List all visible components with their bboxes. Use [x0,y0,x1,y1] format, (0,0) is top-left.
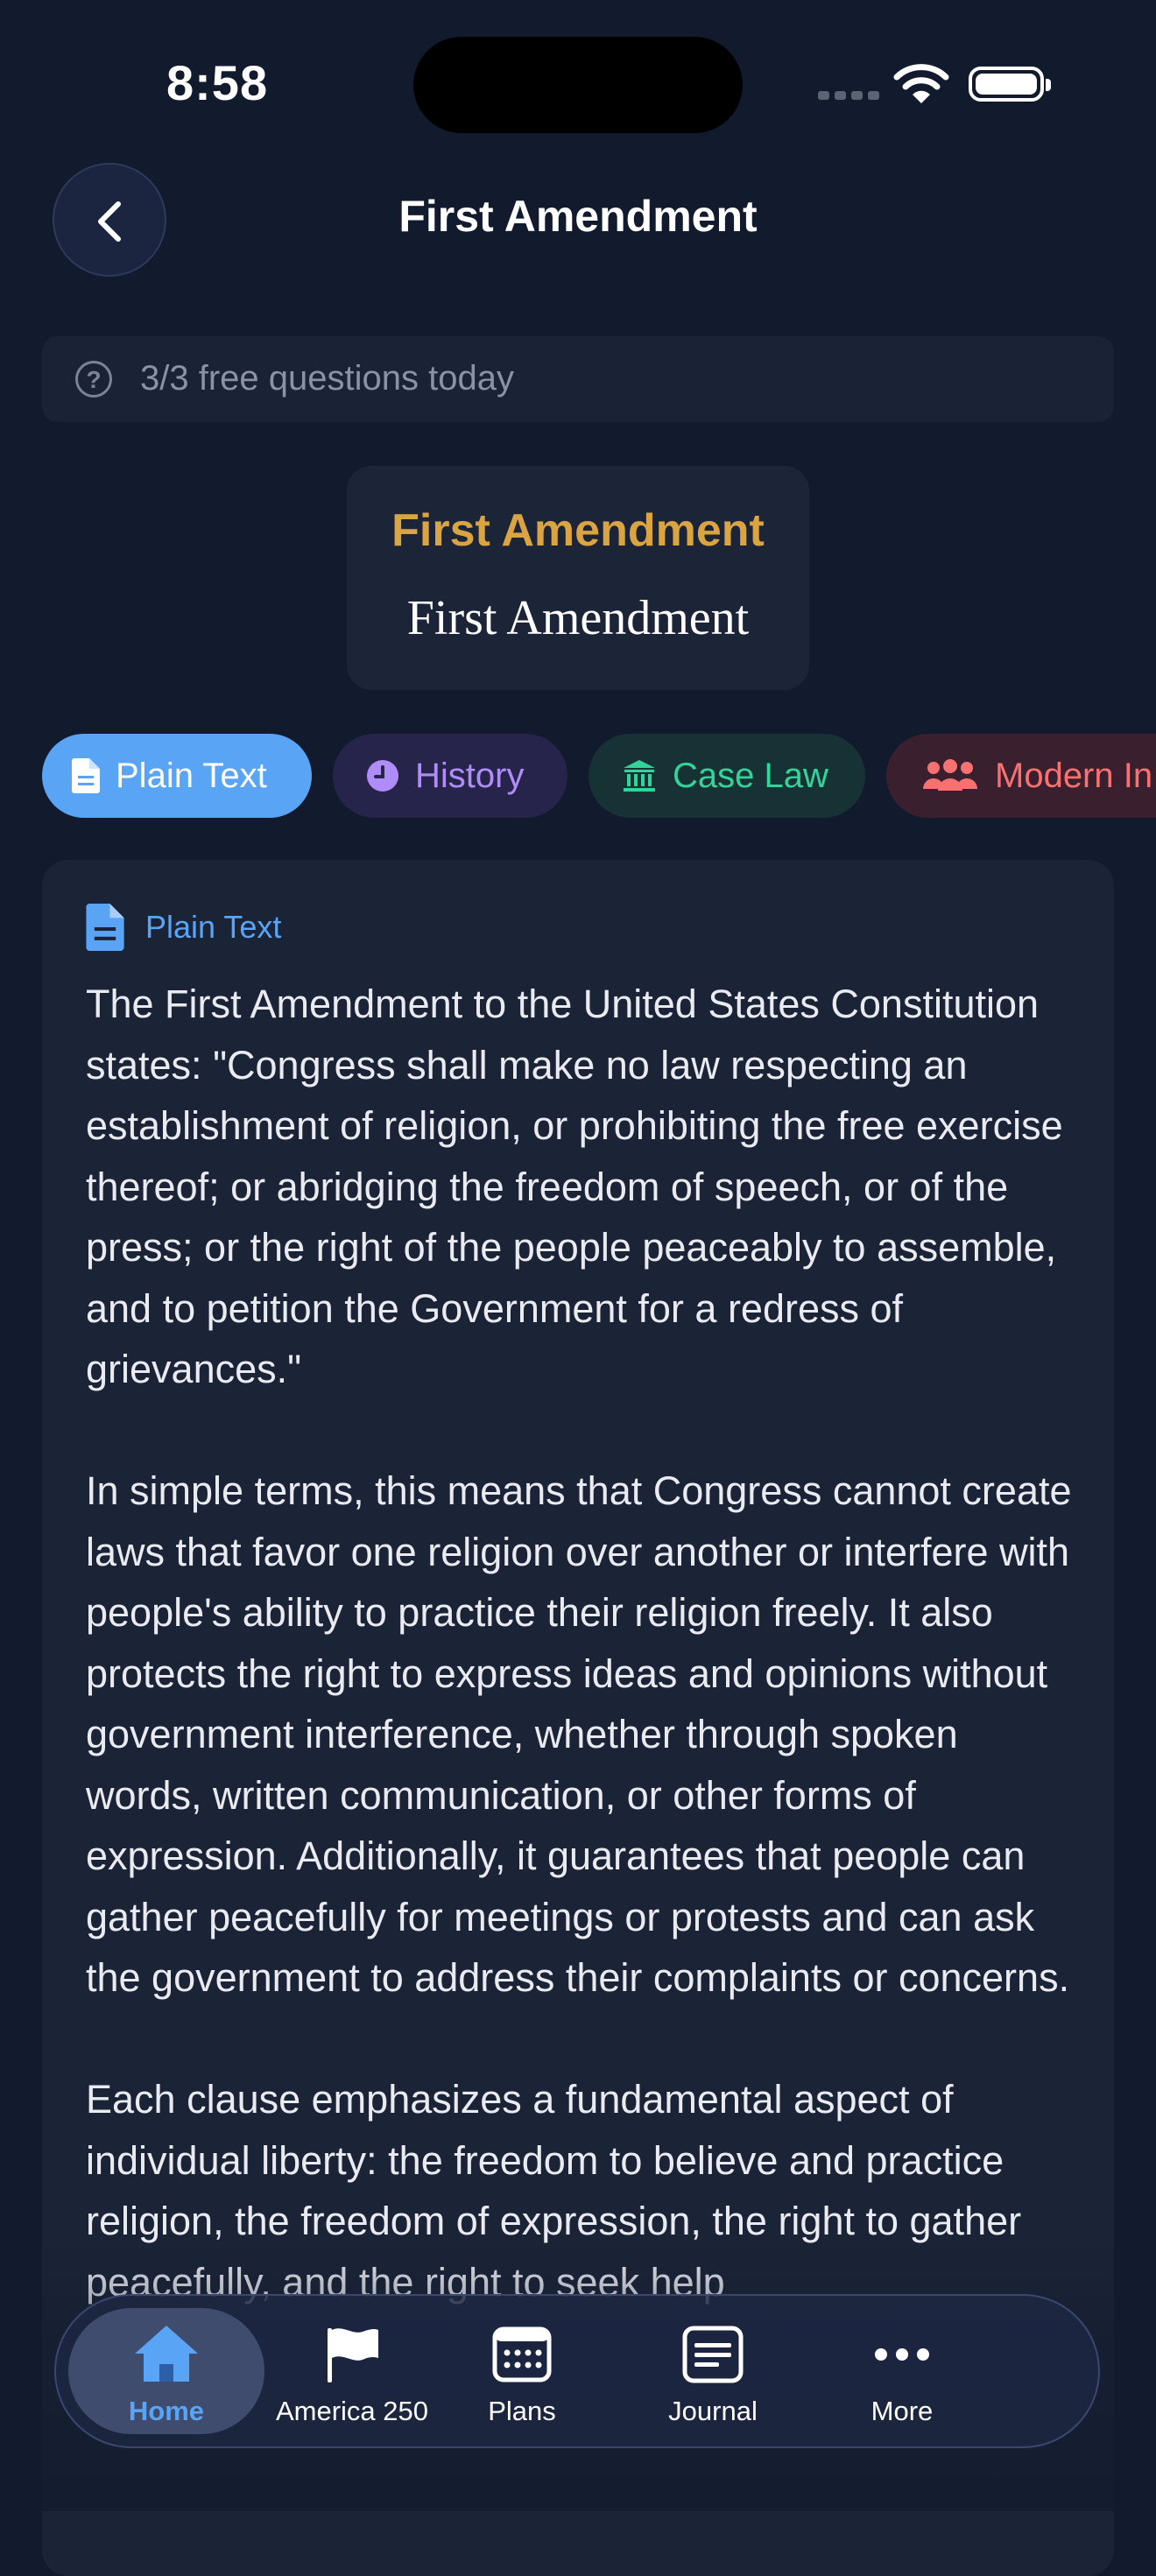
dynamic-island [413,37,743,133]
status-time: 8:58 [166,55,269,110]
paragraph: In simple terms, this means that Congres… [86,1468,1072,2000]
section-header: Plain Text [86,904,281,951]
nav-label: More [871,2396,934,2426]
tab-label: Plain Text [116,756,267,795]
tab-case-law[interactable]: Case Law [589,734,865,818]
wifi-icon [893,61,949,107]
amendment-title-card: First Amendment First Amendment [347,466,809,690]
home-icon [135,2326,198,2382]
free-questions-banner: ? 3/3 free questions today [42,336,1114,422]
nav-home[interactable]: Home [70,2296,263,2446]
nav-label: Plans [488,2396,556,2426]
cellular-signal-icon [818,88,879,102]
question-circle-icon: ? [75,361,112,398]
nav-america-250[interactable]: America 250 [256,2296,448,2446]
free-questions-text: 3/3 free questions today [140,359,514,398]
bank-icon [624,760,655,792]
battery-icon [969,67,1051,102]
nav-plans[interactable]: Plans [426,2296,618,2446]
nav-label: America 250 [275,2396,429,2426]
calendar-icon [492,2326,552,2382]
document-icon [86,904,124,951]
nav-label: Journal [668,2396,758,2426]
paragraph: The First Amendment to the United States… [86,982,1063,1391]
journal-icon [682,2326,744,2383]
tab-history[interactable]: History [333,734,567,818]
nav-label: Home [128,2396,205,2426]
clock-icon [367,760,398,792]
amendment-explanation: The First Amendment to the United States… [86,974,1084,2374]
nav-journal[interactable]: Journal [617,2296,809,2446]
page-title: First Amendment [398,192,758,241]
amendment-subtitle: First Amendment [406,591,750,645]
nav-more[interactable]: More [806,2296,998,2446]
bottom-navigation: Home America 250 Plans Journal More [54,2294,1100,2448]
flag-icon [328,2328,378,2382]
document-icon [72,758,100,793]
tab-label: History [415,756,525,795]
section-label: Plain Text [145,909,282,945]
tab-modern-interpretation[interactable]: Modern In [886,734,1156,818]
tab-label: Modern In [995,756,1153,795]
amendment-title: First Amendment [391,505,765,556]
tab-label: Case Law [673,756,828,795]
content-tabs: Plain Text History Case Law Modern In [42,734,1156,818]
tab-plain-text[interactable]: Plain Text [42,734,312,818]
users-icon [923,759,977,791]
more-icon [875,2348,929,2361]
